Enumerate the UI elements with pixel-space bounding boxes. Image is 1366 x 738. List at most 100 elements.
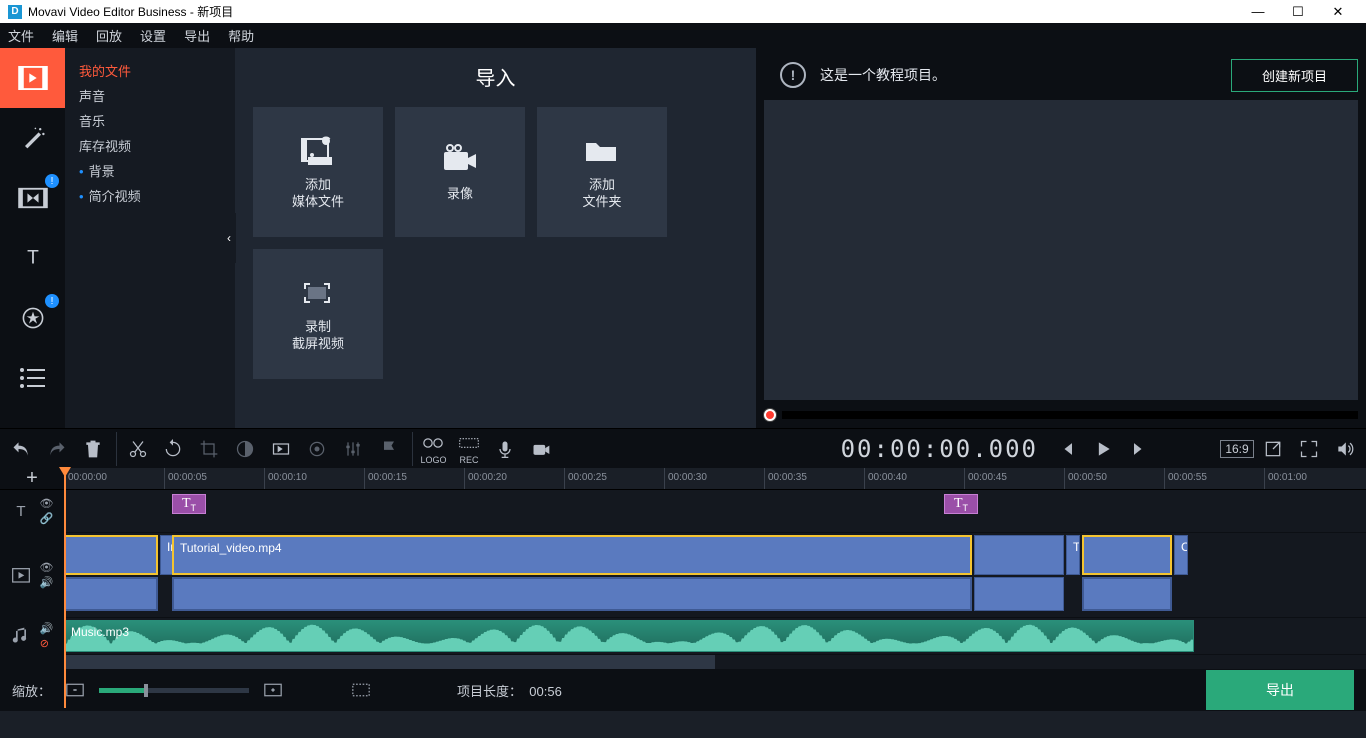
video-clip[interactable]: [974, 535, 1064, 575]
status-bar: 缩放： 项目长度： 00:56 导出: [0, 669, 1366, 711]
category-item[interactable]: 音乐: [65, 108, 235, 133]
title-clip[interactable]: TT: [944, 494, 978, 514]
menu-playback[interactable]: 回放: [96, 26, 122, 45]
menu-settings[interactable]: 设置: [140, 26, 166, 45]
menu-edit[interactable]: 编辑: [52, 26, 78, 45]
rec-button[interactable]: REC: [452, 432, 486, 466]
video-clip[interactable]: Tut: [1066, 535, 1080, 575]
category-item[interactable]: 声音: [65, 83, 235, 108]
titles-tool[interactable]: T: [0, 228, 65, 288]
category-item[interactable]: 库存视频: [65, 133, 235, 158]
zoom-in-button[interactable]: [261, 678, 285, 702]
menu-file[interactable]: 文件: [8, 26, 34, 45]
equalizer-button[interactable]: [336, 432, 370, 466]
mute-toggle[interactable]: 🔊: [40, 576, 54, 589]
tile-label: 添加文件夹: [582, 177, 621, 211]
camera-icon: [440, 142, 480, 176]
svg-text:T: T: [27, 248, 39, 269]
menu-export[interactable]: 导出: [184, 26, 210, 45]
import-tile-folder[interactable]: 添加文件夹: [537, 107, 667, 237]
category-item[interactable]: 我的文件: [65, 58, 235, 83]
audio-clip[interactable]: Music.mp3: [64, 620, 1194, 652]
next-button[interactable]: [1122, 432, 1156, 466]
progress-track[interactable]: [782, 411, 1358, 419]
zoom-fit-button[interactable]: [349, 678, 373, 702]
more-tool[interactable]: [0, 348, 65, 408]
video-clip-audio[interactable]: [1082, 577, 1172, 611]
mic-button[interactable]: [488, 432, 522, 466]
stickers-tool[interactable]: !: [0, 288, 65, 348]
title-clip[interactable]: TT: [172, 494, 206, 514]
track-audio-head: 🔊⊘: [0, 618, 64, 654]
logo-button[interactable]: LOGO: [412, 432, 450, 466]
video-clip-audio[interactable]: [974, 577, 1064, 611]
ruler-tick: 00:00:10: [264, 468, 307, 489]
redo-button[interactable]: [40, 432, 74, 466]
visibility-toggle[interactable]: 👁: [40, 497, 54, 510]
video-clip-audio[interactable]: [64, 577, 158, 611]
close-button[interactable]: ✕: [1318, 4, 1358, 20]
volume-button[interactable]: [1328, 432, 1362, 466]
svg-text:T: T: [16, 503, 25, 520]
camera-button[interactable]: [524, 432, 558, 466]
crop-button[interactable]: [192, 432, 226, 466]
preview-progress[interactable]: [764, 406, 1358, 424]
preview-viewport[interactable]: [764, 100, 1358, 400]
category-item[interactable]: 简介视频: [65, 183, 235, 208]
transitions-icon: [18, 186, 48, 210]
star-circle-icon: [18, 306, 48, 330]
timeline-ruler[interactable]: + 00:00:0000:00:0500:00:1000:00:1500:00:…: [0, 468, 1366, 490]
aspect-button[interactable]: 16:9: [1220, 432, 1254, 466]
add-track-button[interactable]: +: [0, 468, 64, 489]
import-tile-screen[interactable]: 录制截屏视频: [253, 249, 383, 379]
zoom-out-button[interactable]: [63, 678, 87, 702]
popout-button[interactable]: [1256, 432, 1290, 466]
undo-button[interactable]: [4, 432, 38, 466]
fullscreen-button[interactable]: [1292, 432, 1326, 466]
preview-panel: ! 这是一个教程项目。 创建新项目: [756, 48, 1366, 428]
cut-button[interactable]: [116, 432, 154, 466]
collapse-handle[interactable]: ‹: [222, 213, 236, 263]
zoom-slider[interactable]: [99, 688, 249, 693]
clip-props-button[interactable]: [300, 432, 334, 466]
import-tile-media[interactable]: 添加媒体文件: [253, 107, 383, 237]
timeline: + 00:00:0000:00:0500:00:1000:00:1500:00:…: [0, 468, 1366, 669]
new-project-button[interactable]: 创建新项目: [1231, 59, 1358, 92]
marker-button[interactable]: [372, 432, 406, 466]
import-tool[interactable]: [0, 48, 65, 108]
transitions-tool[interactable]: !: [0, 168, 65, 228]
minimize-button[interactable]: —: [1238, 4, 1278, 19]
list-icon: [18, 366, 48, 390]
video-clip[interactable]: C: [1174, 535, 1188, 575]
category-item[interactable]: 背景: [65, 158, 235, 183]
badge-icon: !: [45, 294, 59, 308]
transition-button[interactable]: [264, 432, 298, 466]
video-clip-audio[interactable]: [172, 577, 972, 611]
text-icon: T: [11, 501, 31, 521]
link-toggle[interactable]: ⊘: [40, 637, 54, 650]
menubar: 文件 编辑 回放 设置 导出 帮助: [0, 23, 1366, 48]
timeline-scrollbar[interactable]: [0, 655, 1366, 669]
export-button[interactable]: 导出: [1206, 670, 1354, 710]
track-video-head: 👁🔊: [0, 533, 64, 617]
filters-tool[interactable]: [0, 108, 65, 168]
folder-icon: [582, 133, 622, 167]
video-clip[interactable]: [64, 535, 158, 575]
visibility-toggle[interactable]: 👁: [40, 561, 54, 574]
video-clip[interactable]: [1082, 535, 1172, 575]
menu-help[interactable]: 帮助: [228, 26, 254, 45]
link-toggle[interactable]: 🔗: [40, 512, 54, 525]
rotate-button[interactable]: [156, 432, 190, 466]
app-logo-icon: D: [8, 5, 22, 19]
prev-button[interactable]: [1050, 432, 1084, 466]
mute-toggle[interactable]: 🔊: [40, 622, 54, 635]
badge-icon: !: [45, 174, 59, 188]
import-tile-camera[interactable]: 录像: [395, 107, 525, 237]
playhead[interactable]: [64, 468, 66, 708]
ruler-tick: 00:00:45: [964, 468, 1007, 489]
maximize-button[interactable]: ☐: [1278, 4, 1318, 20]
play-button[interactable]: [1086, 432, 1120, 466]
color-button[interactable]: [228, 432, 262, 466]
video-clip[interactable]: Tutorial_video.mp4: [172, 535, 972, 575]
delete-button[interactable]: [76, 432, 110, 466]
